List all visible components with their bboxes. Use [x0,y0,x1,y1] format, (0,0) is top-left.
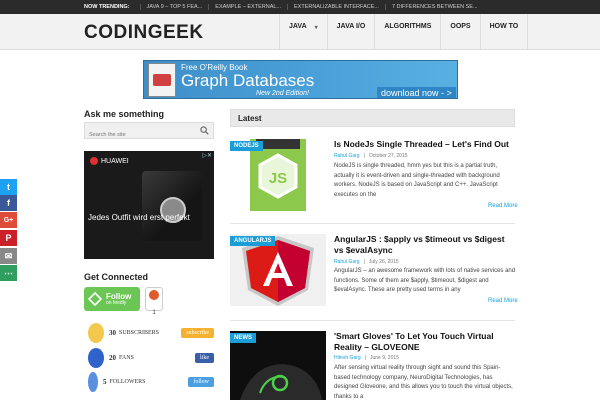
social-row-fans: 20 FANS like [88,348,214,368]
post-title[interactable]: 'Smart Gloves' To Let You Touch Virtual … [334,331,516,353]
nav-item-label: ALGORITHMS [384,23,432,30]
subscribers-label: SUBSCRIBERS [119,330,160,336]
ad-choices-icon[interactable]: ▷✕ [202,152,212,159]
read-more-link[interactable]: Read More [488,203,518,209]
nav-item-label: HOW TO [489,23,519,30]
subscribers-icon [88,323,104,343]
connected-heading: Get Connected [84,272,149,282]
trending-bar: NOW TRENDING: JAVA 9 – TOP 5 FEA... EXAM… [0,0,600,14]
category-badge[interactable]: NODEJS [230,141,263,151]
share-pinterest[interactable]: P [0,230,17,246]
post-excerpt: NodeJS is single threaded, hmm yes but t… [334,163,500,198]
post-divider [230,320,515,321]
feedly-follow-button[interactable]: Follow on feedly [84,287,140,311]
category-badge[interactable]: NEWS [230,333,256,343]
post-title[interactable]: Is NodeJs Single Threaded – Let's Find O… [334,139,516,150]
fans-icon [88,348,104,368]
like-button[interactable]: like [195,353,214,363]
trending-item[interactable]: JAVA 9 – TOP 5 FEA... [139,4,209,10]
post-date: July 26, 2015 [368,259,399,265]
post-author[interactable]: Rahul Garg [334,153,360,159]
social-row-subscribers: 30 SUBSCRIBERS subscribe [88,323,214,343]
site-logo[interactable]: CODINGEEK [84,22,204,44]
followers-count: 5 [103,378,107,386]
social-row-followers: 5 FOLLOWERS follow [88,372,214,392]
nav-item-label: OOPS [450,23,471,30]
sidebar-ad[interactable]: ▷✕ HUAWEI Jedes Outfit wird erst perfekt [84,151,214,259]
huawei-logo: HUAWEI [90,157,129,165]
feedly-count: 1 [152,310,156,316]
banner-main-text: Graph Databases [181,71,315,90]
latest-section-header: Latest [230,109,515,127]
post-date: June 9, 2015 [370,355,399,361]
feedly-count-icon [149,290,159,300]
category-badge[interactable]: ANGULARJS [230,236,276,246]
post-excerpt: After sensing virtual reality through si… [334,365,513,400]
post-title[interactable]: AngularJS : $apply vs $timeout vs $diges… [334,234,516,256]
post-meta: Rahul Garg | July 26, 2015 [334,259,399,265]
banner-ad[interactable]: Free O'Reilly Book Graph Databases New 2… [143,60,458,99]
nav-item-label: JAVA [289,23,307,30]
followers-label: FOLLOWERS [109,379,146,385]
fans-count: 20 [109,354,116,362]
ad-slogan: Jedes Outfit wird erst perfekt [88,213,190,222]
follow-button[interactable]: follow [188,377,214,387]
nav-item-algorithms[interactable]: ALGORITHMS [374,14,440,50]
ad-brand: HUAWEI [101,157,129,165]
main-nav: JAVA ▾ JAVA I/O ALGORITHMS OOPS HOW TO [279,14,529,50]
share-twitter[interactable]: t [0,179,17,195]
pinterest-icon: P [5,233,12,243]
share-facebook[interactable]: f [0,195,17,211]
post-divider [230,223,515,224]
trending-item[interactable]: EXAMPLE – EXTERNAL... [208,4,287,10]
search-input[interactable] [85,127,195,143]
nav-item-label: JAVA I/O [336,23,366,30]
chevron-down-icon: ▾ [314,25,318,31]
search-icon[interactable] [200,126,209,135]
more-share-icon: ⋯ [4,267,13,278]
trending-item[interactable]: 7 DIFFERENCES BETWEEN SE... [384,4,484,10]
book-cover-image [148,63,176,97]
feedly-line2: on feedly [106,299,127,306]
section-title: Latest [238,114,262,123]
fans-label: FANS [119,355,134,361]
facebook-icon: f [7,198,10,208]
feedly-icon [88,292,102,306]
google-plus-icon: G+ [3,216,14,224]
post-author[interactable]: Hitesh Garg [334,355,361,361]
subscribers-count: 30 [109,329,116,337]
read-more-link[interactable]: Read More [488,298,518,304]
nav-item-java[interactable]: JAVA ▾ [279,14,327,50]
post-meta: Rahul Garg | October 27, 2015 [334,153,408,159]
banner-download-button[interactable]: download now - > [377,87,456,98]
svg-text:JS: JS [269,170,287,187]
nav-item-java-io[interactable]: JAVA I/O [326,14,375,50]
watch-image [142,171,202,241]
feedly-count-box: 1 [145,287,163,316]
email-icon: ✉ [4,250,13,261]
post-author[interactable]: Rahul Garg [334,259,360,265]
nav-item-how-to[interactable]: HOW TO [479,14,529,50]
post-meta: Hitesh Garg | June 9, 2015 [334,355,399,361]
trending-item[interactable]: EXTERNALIZABLE INTERFACE... [287,4,385,10]
trending-label: NOW TRENDING: [84,4,130,10]
share-more[interactable]: ⋯ [0,265,17,281]
site-header: CODINGEEK JAVA ▾ JAVA I/O ALGORITHMS OOP… [0,14,600,50]
search-box [84,122,214,143]
banner-edition: New 2nd Edition! [256,90,309,97]
post-date: October 27, 2015 [368,153,408,159]
subscribe-button[interactable]: subscribe [181,328,214,338]
post-excerpt: AngularJS – an awesome framework with lo… [334,268,516,293]
ask-heading: Ask me something [84,109,165,119]
share-email[interactable]: ✉ [0,248,17,264]
nav-item-oops[interactable]: OOPS [440,14,479,50]
huawei-petal-icon [90,157,98,165]
followers-icon [88,372,98,392]
share-google-plus[interactable]: G+ [0,212,17,228]
twitter-icon: t [7,182,10,192]
